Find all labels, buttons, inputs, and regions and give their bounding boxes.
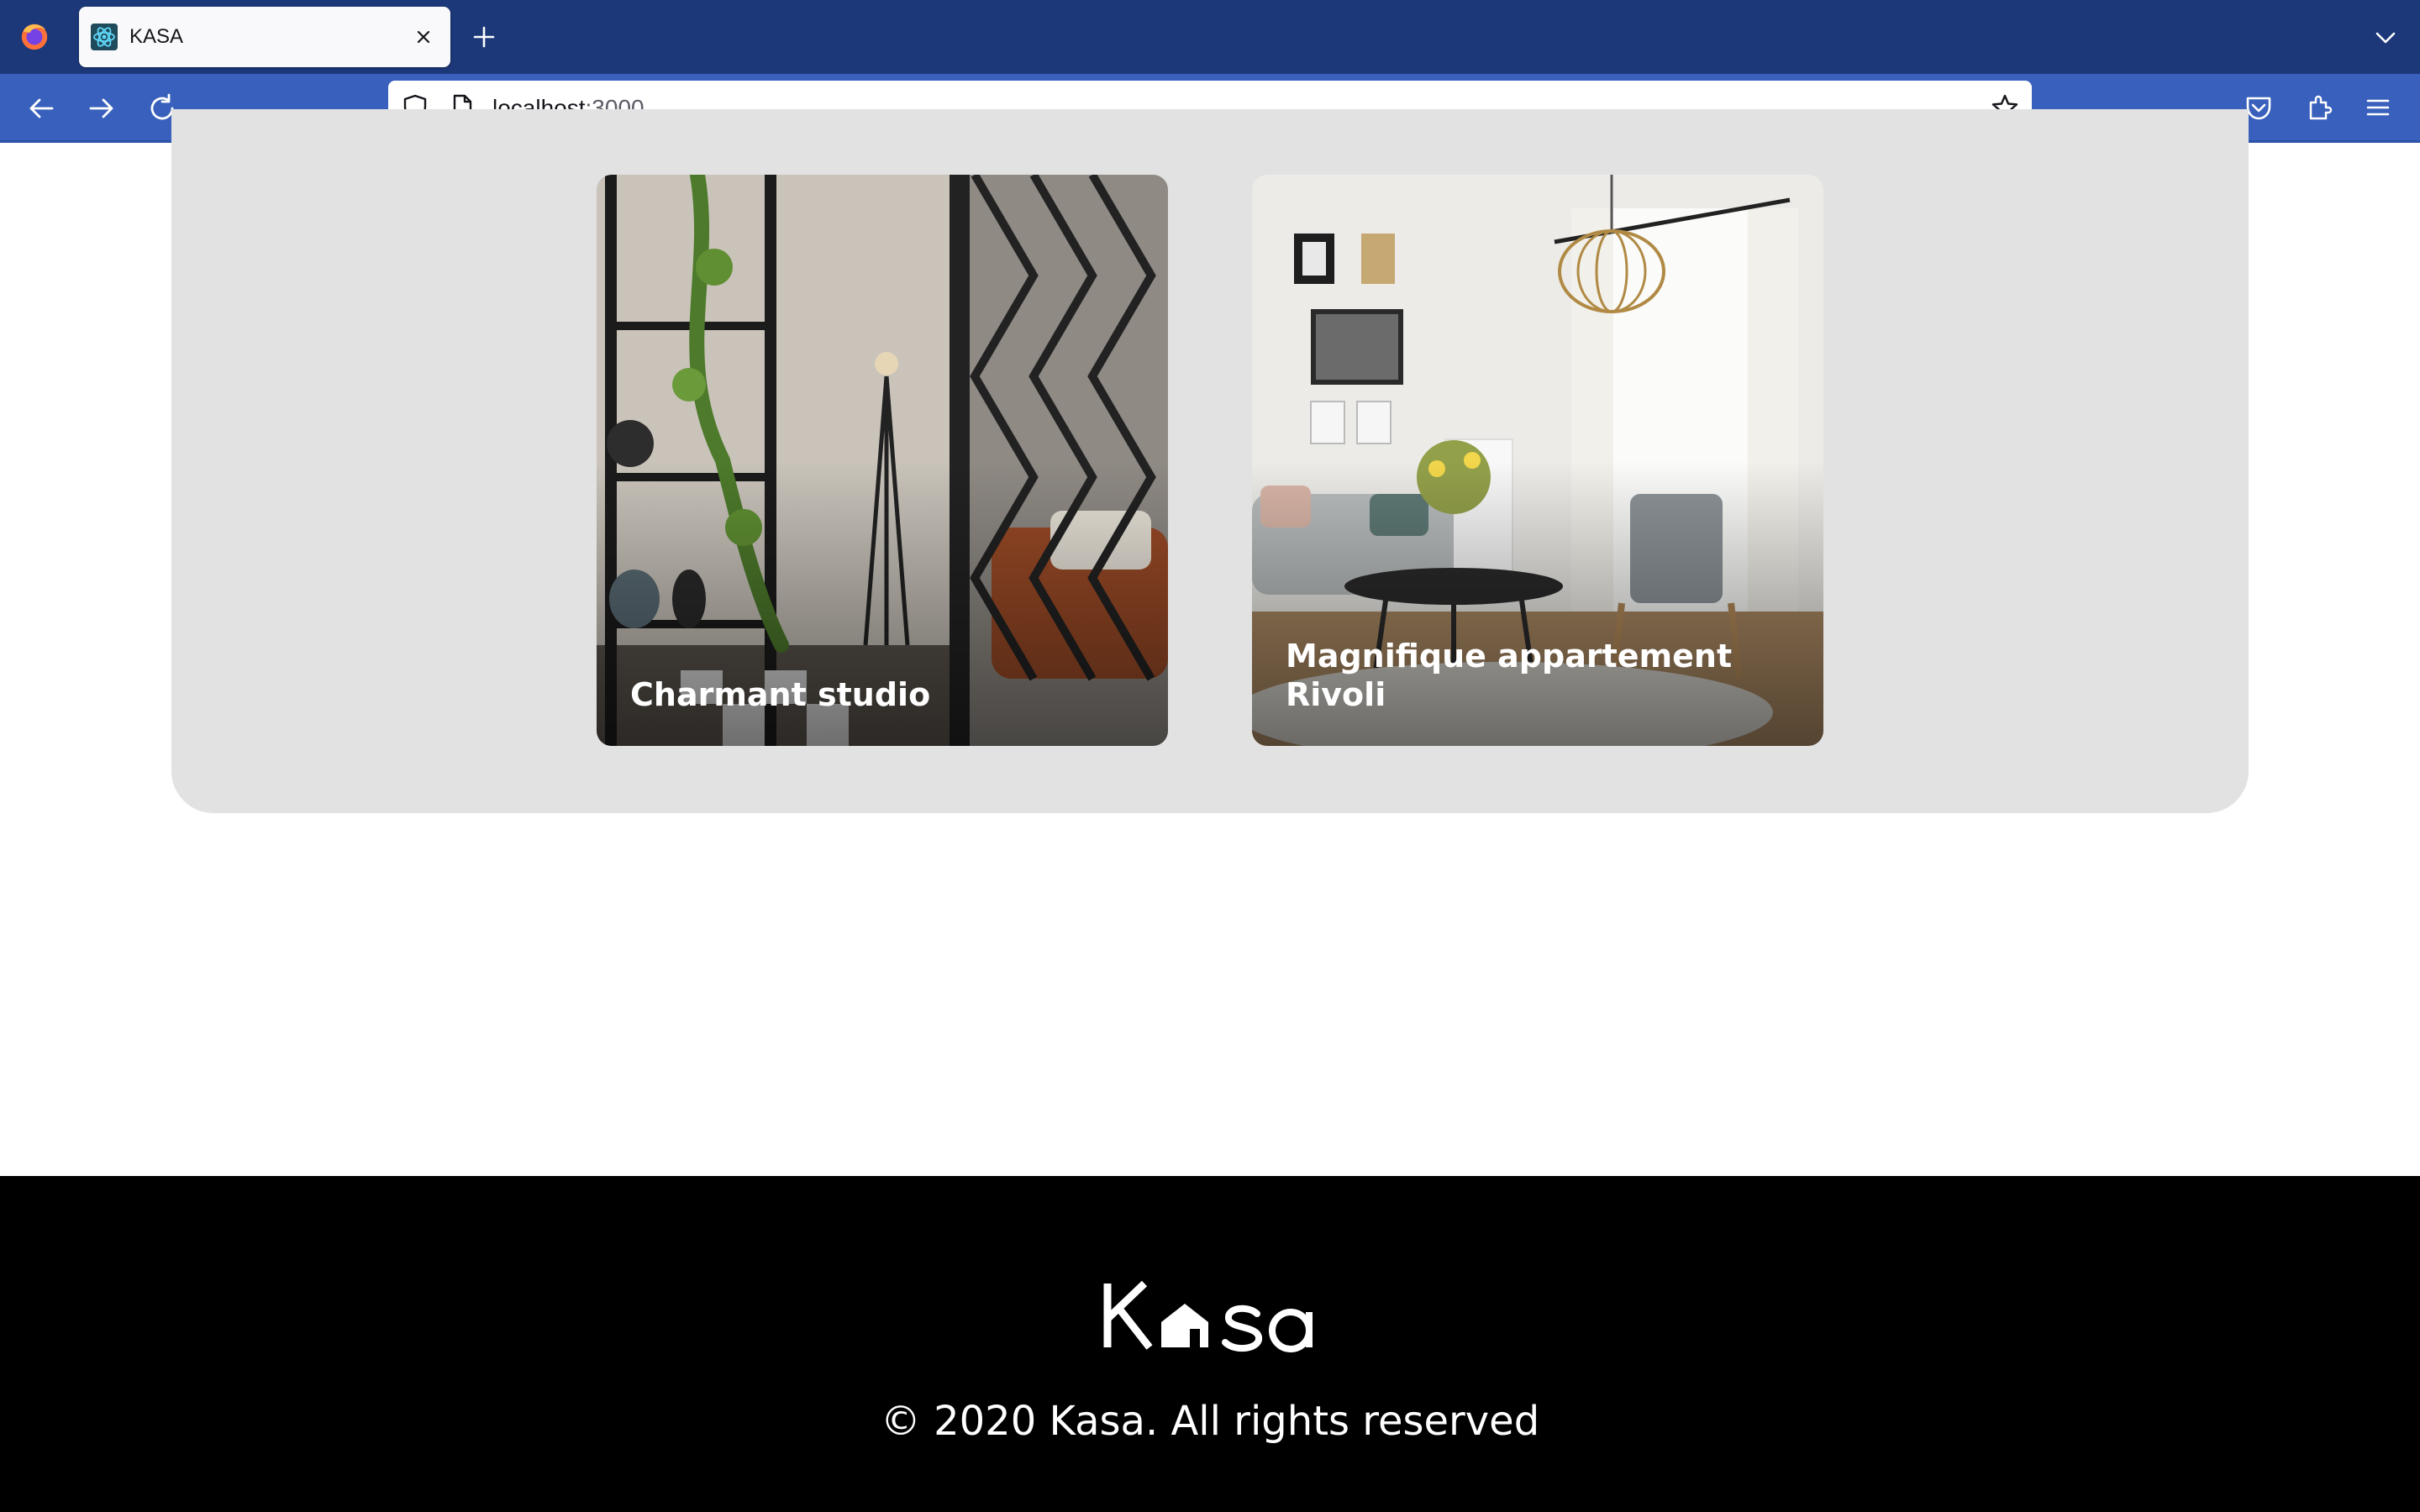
close-icon[interactable] bbox=[410, 24, 437, 50]
kasa-logo[interactable] bbox=[1101, 1273, 1319, 1357]
back-arrow-icon[interactable] bbox=[24, 91, 59, 126]
forward-arrow-icon[interactable] bbox=[84, 91, 119, 126]
browser-tab-active[interactable]: KASA bbox=[79, 7, 450, 67]
menu-icon[interactable] bbox=[2361, 91, 2395, 124]
plus-icon[interactable] bbox=[469, 22, 499, 52]
site-footer: © 2020 Kasa. All rights reserved bbox=[0, 1176, 2420, 1512]
listing-title: Charmant studio bbox=[630, 676, 931, 713]
chevron-down-icon[interactable] bbox=[2371, 24, 2400, 52]
listing-card-magnifique-appartement-rivoli[interactable]: Magnifique appartement Rivoli bbox=[1252, 175, 1823, 746]
extensions-icon[interactable] bbox=[2302, 91, 2336, 124]
footer-copyright: © 2020 Kasa. All rights reserved bbox=[880, 1398, 1540, 1445]
listing-title: Magnifique appartement Rivoli bbox=[1286, 638, 1733, 713]
tab-title: KASA bbox=[129, 25, 184, 48]
browser-tab-bar: KASA bbox=[0, 0, 2420, 74]
firefox-logo[interactable] bbox=[18, 20, 50, 52]
react-atom-icon bbox=[91, 24, 118, 50]
listing-card-charmant-studio[interactable]: Charmant studio bbox=[597, 175, 1168, 746]
listings-gallery: Charmant studio Magnifique appartement R… bbox=[171, 109, 2249, 813]
